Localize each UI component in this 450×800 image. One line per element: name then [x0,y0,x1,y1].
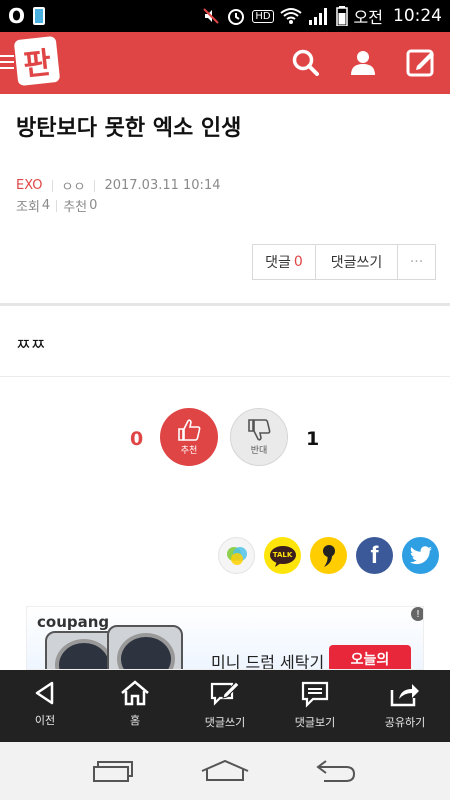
kakaotalk-label: TALK [272,550,293,559]
nav-view-comments-button[interactable]: 댓글보기 [270,670,360,742]
kakaostory-share-button[interactable] [218,537,255,574]
meta-separator [56,199,58,212]
meta-separator [51,179,53,192]
meta-separator [94,179,96,192]
alarm-icon [228,9,245,25]
user-icon [351,51,375,75]
nav-home-button[interactable]: 홈 [90,670,180,742]
recommend-button[interactable]: 추천 [160,408,218,466]
ad-product-text: 미니 드럼 세탁기 [211,653,325,670]
nav-write-comment-button[interactable]: 댓글쓰기 [180,670,270,742]
ad-brand: coupang [37,613,110,631]
battery-icon [335,6,348,26]
post-datetime: 2017.03.11 10:14 [104,178,221,193]
recommend-count: 0 [89,198,98,213]
system-back-icon[interactable] [314,758,358,784]
screen: O HD 오전 10:24 판 방탄보다 못한 엑소 인생 EXO ㅇㅇ 201… [0,0,450,800]
facebook-icon: f [370,541,379,569]
bottom-nav: 이전 홈 댓글쓰기 댓글보기 공유하기 [0,670,450,742]
recommend-label: 추천 [180,446,198,456]
post-title: 방탄보다 못한 엑소 인생 [16,116,242,141]
home-system-icon[interactable] [200,759,250,783]
body-divider [0,376,450,377]
thumbs-up-icon [178,419,201,441]
write-comment-icon [210,681,240,706]
status-ampm: 오전 [353,8,383,27]
back-arrow-icon [35,681,54,705]
system-nav-bar [0,742,450,800]
share-icon [390,684,419,707]
nav-write-comment-label: 댓글쓰기 [204,716,246,729]
nav-share-label: 공유하기 [384,716,426,729]
author-name: ㅇㅇ [61,180,86,195]
search-button[interactable] [288,42,322,82]
view-comments-icon [301,681,329,708]
wifi-icon [279,8,302,24]
recommend-label: 추천 [63,200,88,215]
write-comment-button[interactable]: 댓글쓰기 [316,245,398,279]
nav-back-button[interactable]: 이전 [0,670,90,742]
comments-label: 댓글 [265,255,291,271]
status-time: 10:24 [393,6,442,26]
washer-image [107,625,183,669]
write-post-button[interactable] [404,42,438,82]
views-count: 4 [41,198,51,213]
phone-icon [33,7,46,25]
more-button[interactable]: ··· [398,245,435,279]
status-bar: O HD 오전 10:24 [0,0,450,32]
twitter-icon [409,545,432,564]
nav-home-label: 홈 [129,714,141,727]
comments-button[interactable]: 댓글 0 [253,245,316,279]
nav-view-comments-label: 댓글보기 [294,716,336,729]
nav-back-label: 이전 [34,714,56,727]
views-label: 조회 [16,200,40,215]
oppose-label: 반대 [250,446,268,456]
home-icon [121,680,149,706]
oppose-button[interactable]: 반대 [230,408,288,466]
kakao-page-share-button[interactable] [310,537,347,574]
kakaostory-icon [226,546,247,565]
kakao-page-icon [322,544,335,567]
pann-logo[interactable]: 판 [13,35,61,87]
facebook-share-button[interactable]: f [356,537,393,574]
board-name[interactable]: EXO [16,178,43,193]
share-buttons: TALK f [218,537,439,574]
comment-button-group: 댓글 0 댓글쓰기 ··· [252,244,436,280]
section-divider [0,303,450,306]
kakaotalk-share-button[interactable]: TALK [264,537,301,574]
app-header: 판 [0,32,450,94]
oppose-vote-count: 1 [306,428,320,450]
recommend-vote-count: 0 [130,428,144,450]
search-icon [292,49,319,76]
comments-count: 0 [293,254,303,270]
thumbs-down-icon [248,419,271,441]
twitter-share-button[interactable] [402,537,439,574]
post-meta-line2: 조회 4 추천 0 [16,196,97,215]
ad-info-icon[interactable]: ! [411,607,423,621]
carrier-o-icon: O [8,4,26,28]
profile-button[interactable] [346,42,380,82]
coupang-ad-banner[interactable]: coupang 미니 드럼 세탁기 오늘의 ! [26,606,424,670]
signal-icon [308,8,327,25]
post-body: ㅉㅉ [16,335,46,354]
post-meta-line1: EXO ㅇㅇ 2017.03.11 10:14 [16,176,220,195]
hamburger-menu-icon[interactable] [0,51,14,73]
edit-icon [406,49,434,77]
ad-cta-button[interactable]: 오늘의 [329,645,411,669]
recent-apps-icon[interactable] [92,759,136,783]
mute-icon [203,8,220,24]
hd-badge: HD [252,9,274,23]
nav-share-button[interactable]: 공유하기 [360,670,450,742]
